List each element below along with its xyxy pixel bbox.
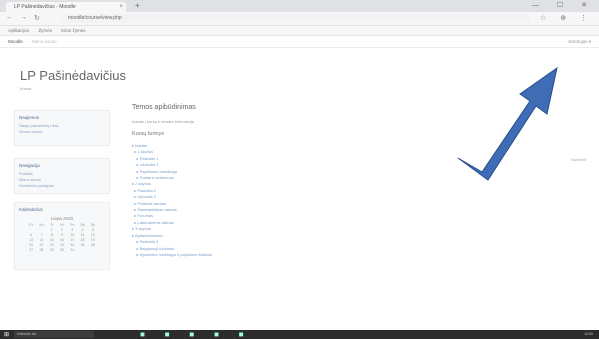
calendar-day	[27, 228, 35, 232]
calendar-day[interactable]: 1	[48, 228, 56, 232]
section-description: Įvadas į kursą ir bendra informacija	[132, 119, 195, 124]
calendar-weekday: An	[39, 223, 44, 227]
close-tab-icon[interactable]: ×	[119, 2, 123, 12]
course-tree-item[interactable]: ▸ Egzamino medžiaga ir papildomi šaltini…	[132, 252, 592, 258]
block-line[interactable]: Senos temos	[19, 129, 105, 134]
calendar-day[interactable]: 30	[58, 248, 66, 252]
system-clock: 12:00	[584, 332, 593, 336]
calendar-day[interactable]: 19	[89, 238, 97, 242]
calendar-day[interactable]: 6	[27, 233, 35, 237]
calendar-grid: Pr An Tr Kt Pn Še Sk 1 2 3 4 5 6 7 8 9 10 11 12 13 14 15 16 17 1…	[19, 223, 105, 252]
browser-tab-bar: LP Pašinėdavičius - Moodle × + — ☐ ✕	[0, 0, 599, 12]
tab-title: LP Pašinėdavičius - Moodle	[14, 4, 76, 10]
news-block: Naujienos Naujų pranešimų nėra Senos tem…	[14, 110, 110, 146]
block-title: Naujienos	[19, 115, 40, 120]
block-line[interactable]: Mano kursai	[19, 177, 105, 182]
calendar-day[interactable]: 29	[48, 248, 56, 252]
taskbar-app-icons[interactable]: ◼ ◼ ◼ ◼ ◼	[140, 331, 253, 338]
breadcrumb[interactable]: Kursai	[20, 86, 31, 91]
calendar-block: Kalendorius Liepa 2020 Pr An Tr Kt Pn Še Sk 1 2 3…	[14, 202, 110, 270]
calendar-day[interactable]: 17	[68, 238, 76, 242]
calendar-weekday: Pr	[29, 223, 33, 227]
calendar-day	[89, 248, 97, 252]
browser-toolbar: ← → ↻ moodle/course/view.php ☆ ⊕ ⋮	[0, 12, 599, 26]
reload-icon[interactable]: ↻	[34, 14, 40, 22]
calendar-day[interactable]: 22	[48, 243, 56, 247]
calendar-weekday: Pn	[70, 223, 75, 227]
calendar-day[interactable]: 28	[37, 248, 45, 252]
calendar-month: Liepa 2020	[50, 216, 74, 221]
new-tab-button[interactable]: +	[135, 1, 140, 10]
calendar-day[interactable]: 12	[89, 233, 97, 237]
calendar-day[interactable]: 8	[48, 233, 56, 237]
calendar-day[interactable]: 31	[68, 248, 76, 252]
calendar-day	[78, 248, 86, 252]
bookmark-item[interactable]: Žymės	[39, 26, 53, 35]
block-title: Kalendorius	[19, 207, 43, 212]
calendar-weekday: Kt	[60, 223, 64, 227]
toolbar-icons[interactable]: ☆ ⊕ ⋮	[540, 14, 593, 22]
calendar-day[interactable]: 15	[48, 238, 56, 242]
calendar-day[interactable]: 5	[89, 228, 97, 232]
calendar-day[interactable]: 14	[37, 238, 45, 242]
browser-tab[interactable]: LP Pašinėdavičius - Moodle ×	[6, 2, 126, 12]
calendar-day[interactable]: 26	[89, 243, 97, 247]
calendar-day[interactable]: 7	[37, 233, 45, 237]
calendar-day	[37, 228, 45, 232]
window-controls[interactable]: — ☐ ✕	[532, 1, 595, 9]
calendar-day[interactable]: 21	[37, 243, 45, 247]
calendar-day[interactable]: 25	[78, 243, 86, 247]
navigation-block: Navigacija Pradžia Mano kursai Svetainės…	[14, 158, 110, 194]
bookmark-item[interactable]: Kitos žymės	[61, 26, 85, 35]
block-title: Navigacija	[19, 163, 40, 168]
course-tree: ▸ Įvadas ▸ 1 skyrius ▸ Paskaita 1 ▸ Uždu…	[132, 143, 592, 258]
bookmark-item[interactable]: Aplikacijos	[8, 26, 29, 35]
site-brand[interactable]: Moodle	[8, 36, 23, 47]
calendar-day[interactable]: 16	[58, 238, 66, 242]
expand-all-link[interactable]: Išskleisti	[571, 157, 586, 162]
calendar-day[interactable]: 4	[78, 228, 86, 232]
calendar-weekday: Sk	[90, 223, 95, 227]
calendar-day[interactable]: 23	[58, 243, 66, 247]
site-nav-link[interactable]: Mano kursai	[32, 36, 57, 47]
windows-taskbar: ⊞ Ieškokite čia ◼ ◼ ◼ ◼ ◼ 12:00	[0, 330, 599, 339]
calendar-day[interactable]: 10	[68, 233, 76, 237]
calendar-day[interactable]: 13	[27, 238, 35, 242]
calendar-day[interactable]: 3	[68, 228, 76, 232]
address-bar[interactable]: moodle/course/view.php	[60, 14, 530, 23]
calendar-weekday: Še	[80, 223, 85, 227]
calendar-day[interactable]: 9	[58, 233, 66, 237]
back-icon[interactable]: ←	[6, 14, 13, 21]
main-content: Temos apibūdinimas Įvadas į kursą ir ben…	[132, 104, 592, 258]
section-title: Temos apibūdinimas	[132, 104, 196, 111]
page-title: LP Pašinėdavičius	[20, 68, 126, 83]
taskbar-search[interactable]: Ieškokite čia	[14, 331, 94, 338]
course-contents-title: Kursų turinys	[132, 131, 165, 137]
calendar-day[interactable]: 24	[68, 243, 76, 247]
calendar-day[interactable]: 18	[78, 238, 86, 242]
calendar-day[interactable]: 11	[78, 233, 86, 237]
calendar-day[interactable]: 2	[58, 228, 66, 232]
calendar-weekday: Tr	[50, 223, 54, 227]
site-header: Moodle Mano kursai Vartotojas ▾	[0, 36, 599, 48]
calendar-day[interactable]: 20	[27, 243, 35, 247]
block-line[interactable]: Pradžia	[19, 171, 105, 176]
calendar-day[interactable]: 27	[27, 248, 35, 252]
forward-icon[interactable]: →	[20, 14, 27, 21]
bookmarks-bar: Aplikacijos Žymės Kitos žymės	[0, 26, 599, 36]
windows-start-icon[interactable]: ⊞	[4, 331, 9, 338]
block-line[interactable]: Svetainės puslapiai	[19, 183, 105, 188]
block-line[interactable]: Naujų pranešimų nėra	[19, 123, 105, 128]
user-menu[interactable]: Vartotojas ▾	[568, 36, 591, 47]
